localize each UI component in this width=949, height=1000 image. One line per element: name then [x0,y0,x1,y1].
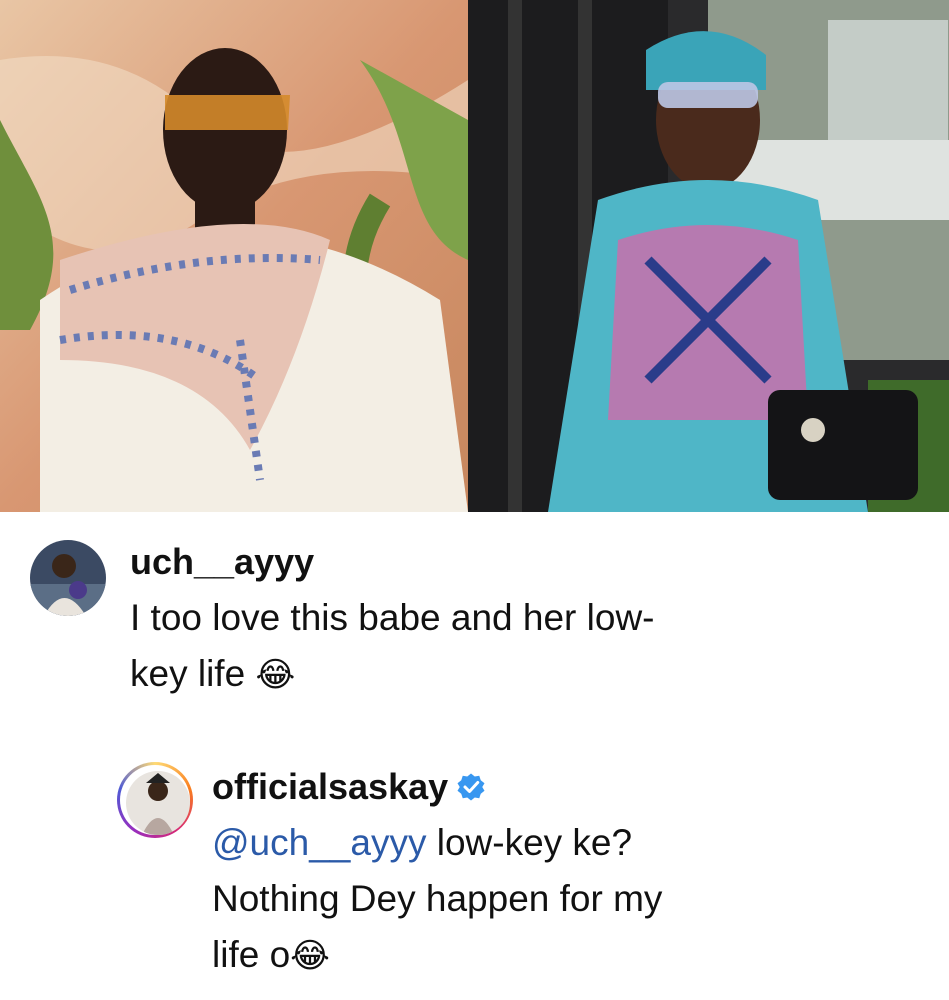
photo-left-illustration [0,0,468,512]
comment-username[interactable]: officialsaskay [212,765,832,809]
comment-text: I too love this babe and her low- key li… [130,590,830,703]
comment-text-line2: key life [130,653,246,694]
comment-text-line2: Nothing Dey happen for my [212,878,663,919]
avatar[interactable] [30,540,106,616]
avatar-officialsaskay-image [126,771,190,835]
photo-right-illustration [468,0,949,512]
photo-collage [0,0,949,512]
comment-text-line1: I too love this babe and her low- [130,597,655,638]
comment-body: uch__ayyy I too love this babe and her l… [130,540,830,703]
username-text[interactable]: uch__ayyy [130,540,314,584]
comment-text: @uch__ayyy low-key ke? Nothing Dey happe… [212,815,832,984]
username-text[interactable]: officialsaskay [212,765,448,809]
verified-badge-icon [457,773,485,801]
avatar-uch-ayyy-image [30,540,106,616]
comment-username[interactable]: uch__ayyy [130,540,830,584]
comment-text-line1: low-key ke? [426,822,633,863]
comment-body: officialsaskay @uch__ayyy low-key ke? No… [212,765,832,984]
laughing-emoji-icon: 😂 [290,937,330,975]
laughing-emoji-icon: 😂 [255,656,296,694]
photo-woman-scarf [0,0,468,512]
photo-woman-sunglasses [468,0,949,512]
avatar[interactable] [126,771,190,835]
mention-link[interactable]: @uch__ayyy [212,822,426,863]
comment-text-line3: life o [212,934,291,975]
